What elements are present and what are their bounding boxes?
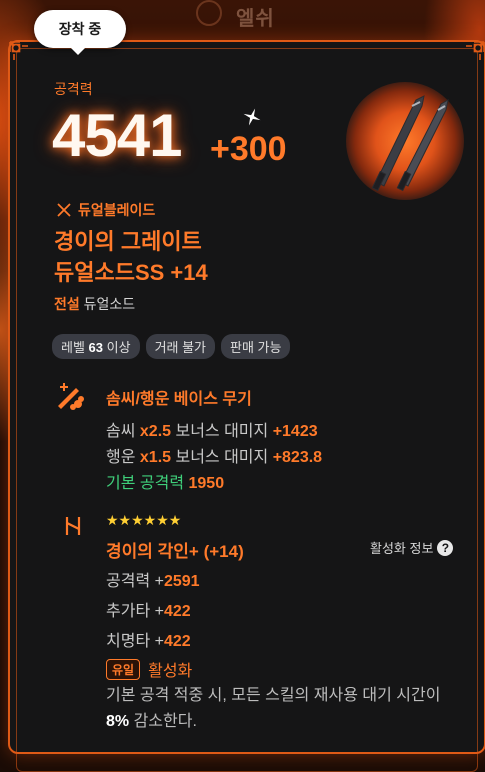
activation-info-label: 활성화 정보 bbox=[370, 541, 434, 556]
base-weapon-title: 솜씨/행운 베이스 무기 bbox=[106, 391, 252, 408]
unique-badge: 유일 bbox=[106, 658, 141, 680]
engrave-description: 기본 공격 적중 시, 모든 스킬의 재사용 대기 시간이 8% 감소한다. bbox=[106, 687, 441, 730]
class-label: 듀얼소드 bbox=[83, 296, 136, 312]
tag-sell: 판매 가능 bbox=[221, 334, 291, 359]
stat-line-dex: 솜씨 x2.5 보너스 대미지 +1423 bbox=[106, 423, 318, 440]
base-weapon-icon bbox=[54, 380, 88, 414]
attack-value: 4541 bbox=[52, 102, 182, 169]
equipped-badge: 장착 중 bbox=[34, 10, 126, 55]
attack-bonus: +300 bbox=[210, 130, 287, 168]
grade-class-row: 전설 듀얼소드 bbox=[54, 294, 135, 314]
weapon-type-row: 듀얼블레이드 bbox=[56, 200, 155, 220]
attack-label: 공격력 bbox=[54, 81, 93, 97]
corner-knot-icon bbox=[8, 40, 30, 62]
grade-label: 전설 bbox=[54, 296, 80, 312]
item-name: 경이의 그레이트 듀얼소드SS +14 bbox=[54, 226, 208, 288]
activation-info-button[interactable]: 활성화 정보 ? bbox=[370, 538, 454, 557]
requirement-tags: 레벨 63 이상 거래 불가 판매 가능 bbox=[52, 334, 291, 359]
tag-level: 레벨 63 이상 bbox=[52, 334, 140, 359]
unique-state: 활성화 bbox=[148, 663, 193, 680]
background-label: 엘쉬 bbox=[236, 8, 275, 30]
equipped-label: 장착 중 bbox=[58, 21, 102, 37]
base-attack-line: 기본 공격력 1950 bbox=[106, 475, 225, 492]
sparkle-icon bbox=[243, 108, 261, 126]
weapon-type: 듀얼블레이드 bbox=[78, 202, 156, 218]
help-icon: ? bbox=[437, 539, 454, 556]
stat-line-luk: 행운 x1.5 보너스 대미지 +823.8 bbox=[106, 449, 323, 466]
background-emblem bbox=[196, 0, 222, 26]
engrave-stat-extra-hit: 추가타 +422 bbox=[106, 603, 191, 620]
dual-sword-image bbox=[346, 82, 464, 200]
crossed-swords-icon bbox=[57, 203, 71, 217]
corner-knot-icon bbox=[464, 40, 485, 62]
engrave-stars: ★★★★★★ bbox=[106, 512, 182, 528]
engrave-title: 경이의 각인+ (+14) bbox=[106, 542, 244, 561]
tag-trade: 거래 불가 bbox=[145, 334, 216, 359]
unique-row: 유일 활성화 bbox=[106, 657, 192, 681]
item-name-line-1: 경이의 그레이트 bbox=[54, 229, 202, 254]
engrave-rune-icon bbox=[63, 515, 83, 537]
item-name-line-2: 듀얼소드SS +14 bbox=[54, 260, 208, 285]
engrave-stat-attack: 공격력 +2591 bbox=[106, 573, 200, 590]
engrave-stat-critical: 치명타 +422 bbox=[106, 633, 191, 650]
